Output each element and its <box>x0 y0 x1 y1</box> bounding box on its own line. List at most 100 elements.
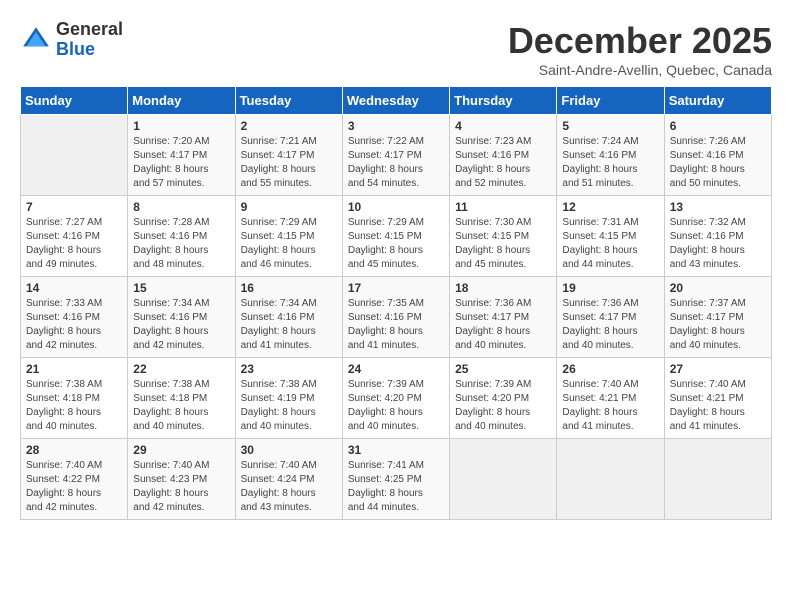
day-info: Sunrise: 7:26 AM Sunset: 4:16 PM Dayligh… <box>670 135 766 191</box>
day-info: Sunrise: 7:37 AM Sunset: 4:17 PM Dayligh… <box>670 297 766 353</box>
weekday-header-friday: Friday <box>557 87 664 115</box>
day-number: 8 <box>133 200 229 214</box>
day-number: 24 <box>348 362 444 376</box>
day-number: 23 <box>241 362 337 376</box>
day-info: Sunrise: 7:38 AM Sunset: 4:19 PM Dayligh… <box>241 378 337 434</box>
day-info: Sunrise: 7:40 AM Sunset: 4:22 PM Dayligh… <box>26 459 122 515</box>
day-number: 4 <box>455 119 551 133</box>
calendar-cell: 13 Sunrise: 7:32 AM Sunset: 4:16 PM Dayli… <box>664 196 771 277</box>
calendar-cell: 15Sunrise: 7:34 AM Sunset: 4:16 PM Dayli… <box>128 277 235 358</box>
day-number: 13 <box>670 200 766 214</box>
calendar-cell: 18 Sunrise: 7:36 AM Sunset: 4:17 PM Dayli… <box>450 277 557 358</box>
weekday-header-monday: Monday <box>128 87 235 115</box>
calendar-cell: 25 Sunrise: 7:39 AM Sunset: 4:20 PM Dayli… <box>450 358 557 439</box>
day-info: Sunrise: 7:30 AM Sunset: 4:15 PM Dayligh… <box>455 216 551 272</box>
day-number: 2 <box>241 119 337 133</box>
calendar-cell: 17 Sunrise: 7:35 AM Sunset: 4:16 PM Dayli… <box>342 277 449 358</box>
calendar-cell: 7 Sunrise: 7:27 AM Sunset: 4:16 PM Daylig… <box>21 196 128 277</box>
month-title: December 2025 <box>508 20 772 62</box>
calendar-cell: 4 Sunrise: 7:23 AM Sunset: 4:16 PM Daylig… <box>450 115 557 196</box>
day-number: 12 <box>562 200 658 214</box>
day-info: Sunrise: 7:31 AM Sunset: 4:15 PM Dayligh… <box>562 216 658 272</box>
day-number: 17 <box>348 281 444 295</box>
day-number: 22 <box>133 362 229 376</box>
calendar-cell: 26 Sunrise: 7:40 AM Sunset: 4:21 PM Dayli… <box>557 358 664 439</box>
calendar-week-row-4: 21 Sunrise: 7:38 AM Sunset: 4:18 PM Dayli… <box>21 358 772 439</box>
day-info: Sunrise: 7:34 AM Sunset: 4:16 PM Dayligh… <box>241 297 337 353</box>
logo-icon <box>20 24 52 56</box>
calendar-cell <box>21 115 128 196</box>
calendar-week-row-5: 28 Sunrise: 7:40 AM Sunset: 4:22 PM Dayli… <box>21 439 772 520</box>
calendar-cell <box>664 439 771 520</box>
day-number: 14 <box>26 281 122 295</box>
day-info: Sunrise: 7:20 AM Sunset: 4:17 PM Dayligh… <box>133 135 229 191</box>
day-info: Sunrise: 7:28 AM Sunset: 4:16 PM Dayligh… <box>133 216 229 272</box>
day-info: Sunrise: 7:40 AM Sunset: 4:23 PM Dayligh… <box>133 459 229 515</box>
day-number: 18 <box>455 281 551 295</box>
calendar-cell: 27Sunrise: 7:40 AM Sunset: 4:21 PM Dayli… <box>664 358 771 439</box>
day-info: Sunrise: 7:36 AM Sunset: 4:17 PM Dayligh… <box>562 297 658 353</box>
calendar-cell: 6 Sunrise: 7:26 AM Sunset: 4:16 PM Daylig… <box>664 115 771 196</box>
calendar-cell <box>557 439 664 520</box>
calendar-cell: 8 Sunrise: 7:28 AM Sunset: 4:16 PM Daylig… <box>128 196 235 277</box>
day-number: 20 <box>670 281 766 295</box>
day-number: 7 <box>26 200 122 214</box>
day-number: 28 <box>26 443 122 457</box>
weekday-header-sunday: Sunday <box>21 87 128 115</box>
calendar-cell: 16 Sunrise: 7:34 AM Sunset: 4:16 PM Dayli… <box>235 277 342 358</box>
day-info: Sunrise: 7:39 AM Sunset: 4:20 PM Dayligh… <box>455 378 551 434</box>
calendar-cell: 31Sunrise: 7:41 AM Sunset: 4:25 PM Dayli… <box>342 439 449 520</box>
calendar-cell: 5Sunrise: 7:24 AM Sunset: 4:16 PM Daylig… <box>557 115 664 196</box>
calendar-cell: 22 Sunrise: 7:38 AM Sunset: 4:18 PM Dayli… <box>128 358 235 439</box>
day-info: Sunrise: 7:27 AM Sunset: 4:16 PM Dayligh… <box>26 216 122 272</box>
weekday-header-tuesday: Tuesday <box>235 87 342 115</box>
day-info: Sunrise: 7:41 AM Sunset: 4:25 PM Dayligh… <box>348 459 444 515</box>
calendar-cell: 11Sunrise: 7:30 AM Sunset: 4:15 PM Dayli… <box>450 196 557 277</box>
calendar-cell: 3 Sunrise: 7:22 AM Sunset: 4:17 PM Daylig… <box>342 115 449 196</box>
calendar-cell <box>450 439 557 520</box>
title-block: December 2025 Saint-Andre-Avellin, Quebe… <box>508 20 772 78</box>
day-info: Sunrise: 7:36 AM Sunset: 4:17 PM Dayligh… <box>455 297 551 353</box>
logo: General Blue <box>20 20 123 60</box>
weekday-header-wednesday: Wednesday <box>342 87 449 115</box>
calendar-cell: 29 Sunrise: 7:40 AM Sunset: 4:23 PM Dayli… <box>128 439 235 520</box>
day-number: 1 <box>133 119 229 133</box>
day-info: Sunrise: 7:33 AM Sunset: 4:16 PM Dayligh… <box>26 297 122 353</box>
calendar-table: SundayMondayTuesdayWednesdayThursdayFrid… <box>20 86 772 520</box>
calendar-cell: 23 Sunrise: 7:38 AM Sunset: 4:19 PM Dayli… <box>235 358 342 439</box>
day-info: Sunrise: 7:32 AM Sunset: 4:16 PM Dayligh… <box>670 216 766 272</box>
day-number: 5 <box>562 119 658 133</box>
day-info: Sunrise: 7:40 AM Sunset: 4:21 PM Dayligh… <box>562 378 658 434</box>
weekday-header-row: SundayMondayTuesdayWednesdayThursdayFrid… <box>21 87 772 115</box>
day-info: Sunrise: 7:38 AM Sunset: 4:18 PM Dayligh… <box>26 378 122 434</box>
location-subtitle: Saint-Andre-Avellin, Quebec, Canada <box>508 62 772 78</box>
calendar-cell: 12 Sunrise: 7:31 AM Sunset: 4:15 PM Dayli… <box>557 196 664 277</box>
day-info: Sunrise: 7:38 AM Sunset: 4:18 PM Dayligh… <box>133 378 229 434</box>
weekday-header-saturday: Saturday <box>664 87 771 115</box>
day-info: Sunrise: 7:39 AM Sunset: 4:20 PM Dayligh… <box>348 378 444 434</box>
calendar-cell: 14 Sunrise: 7:33 AM Sunset: 4:16 PM Dayli… <box>21 277 128 358</box>
calendar-cell: 21 Sunrise: 7:38 AM Sunset: 4:18 PM Dayli… <box>21 358 128 439</box>
day-number: 6 <box>670 119 766 133</box>
calendar-cell: 19Sunrise: 7:36 AM Sunset: 4:17 PM Dayli… <box>557 277 664 358</box>
calendar-cell: 28 Sunrise: 7:40 AM Sunset: 4:22 PM Dayli… <box>21 439 128 520</box>
calendar-cell: 30 Sunrise: 7:40 AM Sunset: 4:24 PM Dayli… <box>235 439 342 520</box>
day-info: Sunrise: 7:23 AM Sunset: 4:16 PM Dayligh… <box>455 135 551 191</box>
calendar-cell: 24 Sunrise: 7:39 AM Sunset: 4:20 PM Dayli… <box>342 358 449 439</box>
day-info: Sunrise: 7:40 AM Sunset: 4:24 PM Dayligh… <box>241 459 337 515</box>
day-number: 26 <box>562 362 658 376</box>
day-number: 10 <box>348 200 444 214</box>
day-number: 3 <box>348 119 444 133</box>
day-number: 30 <box>241 443 337 457</box>
calendar-cell: 1 Sunrise: 7:20 AM Sunset: 4:17 PM Daylig… <box>128 115 235 196</box>
day-info: Sunrise: 7:35 AM Sunset: 4:16 PM Dayligh… <box>348 297 444 353</box>
day-info: Sunrise: 7:40 AM Sunset: 4:21 PM Dayligh… <box>670 378 766 434</box>
calendar-week-row-3: 14 Sunrise: 7:33 AM Sunset: 4:16 PM Dayli… <box>21 277 772 358</box>
day-number: 25 <box>455 362 551 376</box>
day-info: Sunrise: 7:22 AM Sunset: 4:17 PM Dayligh… <box>348 135 444 191</box>
day-number: 16 <box>241 281 337 295</box>
weekday-header-thursday: Thursday <box>450 87 557 115</box>
page-header: General Blue December 2025 Saint-Andre-A… <box>20 20 772 78</box>
day-number: 29 <box>133 443 229 457</box>
day-number: 21 <box>26 362 122 376</box>
